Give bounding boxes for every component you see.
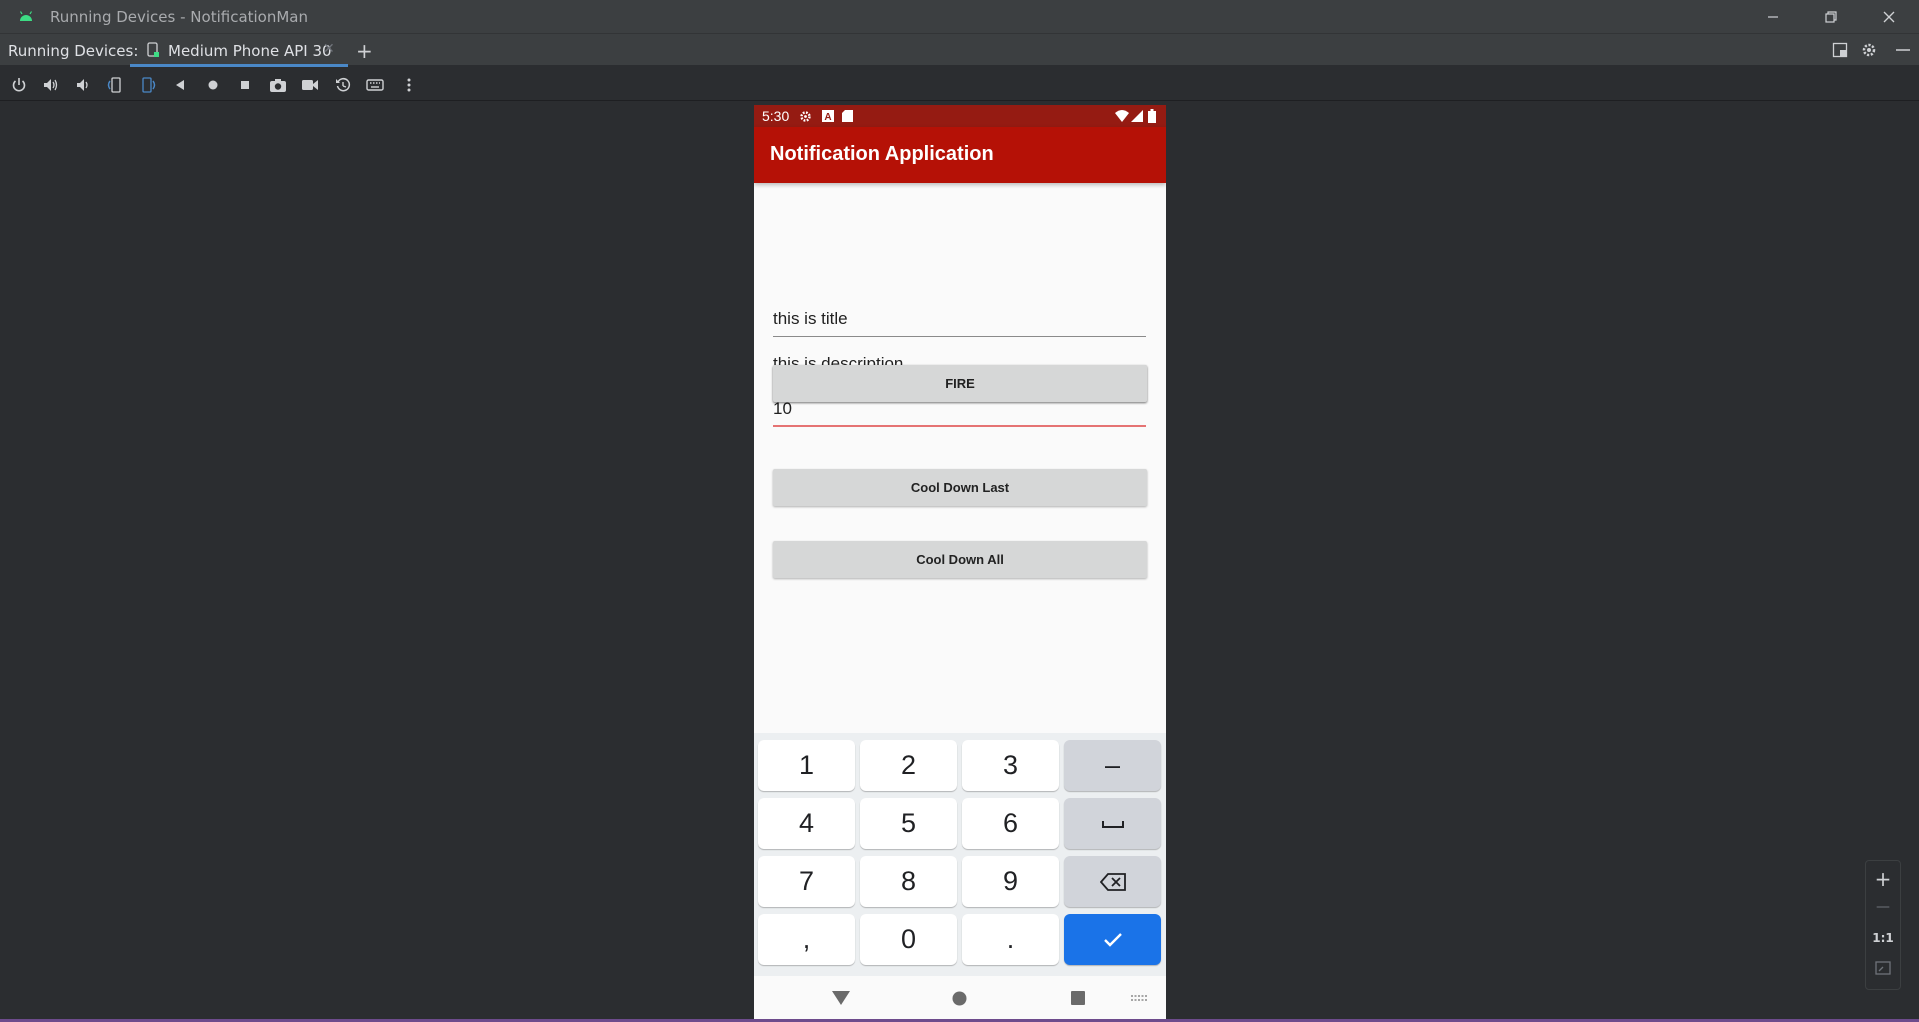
android-nav-bar xyxy=(754,976,1166,1021)
power-icon[interactable] xyxy=(10,76,28,94)
more-options-icon[interactable] xyxy=(400,76,418,94)
zoom-in-button[interactable]: + xyxy=(1866,867,1900,891)
nav-recents-icon[interactable] xyxy=(1071,991,1085,1005)
tab-medium-phone[interactable]: Medium Phone API 30 ✕ xyxy=(130,34,348,67)
title-input[interactable]: this is title xyxy=(773,301,1146,337)
key-minus[interactable]: – xyxy=(1064,740,1161,791)
key-7[interactable]: 7 xyxy=(758,856,855,907)
key-5[interactable]: 5 xyxy=(860,798,957,849)
wifi-icon xyxy=(1115,110,1129,122)
checkmark-icon xyxy=(1103,932,1122,947)
snapshot-icon[interactable] xyxy=(334,76,352,94)
overview-icon[interactable] xyxy=(236,76,254,94)
keyboard-icon[interactable] xyxy=(366,76,384,94)
sd-card-icon xyxy=(842,110,853,122)
key-3[interactable]: 3 xyxy=(962,740,1059,791)
phone-device-icon xyxy=(147,42,159,57)
window-title: Running Devices - NotificationMan xyxy=(50,8,309,26)
key-8[interactable]: 8 xyxy=(860,856,957,907)
key-2[interactable]: 2 xyxy=(860,740,957,791)
key-6[interactable]: 6 xyxy=(962,798,1059,849)
close-window-button[interactable] xyxy=(1861,0,1917,33)
numeric-keyboard: 1 2 3 – 4 5 6 7 8 9 , 0 . xyxy=(754,733,1166,976)
a-notification-icon: A xyxy=(822,110,834,122)
restore-button[interactable] xyxy=(1803,0,1859,33)
zoom-fit-button[interactable] xyxy=(1866,961,1900,979)
app-action-bar: Notification Application xyxy=(754,127,1166,183)
key-comma[interactable]: , xyxy=(758,914,855,965)
zoom-actual-size-button[interactable]: 1:1 xyxy=(1866,931,1900,945)
nav-back-icon[interactable] xyxy=(832,991,850,1006)
title-input-underline xyxy=(773,336,1146,337)
battery-icon xyxy=(1148,109,1156,123)
settings-notification-icon xyxy=(800,111,811,122)
device-screen[interactable]: 5:30 A Notification Application this is … xyxy=(754,105,1166,1021)
status-time: 5:30 xyxy=(762,108,790,124)
android-status-bar: 5:30 A xyxy=(754,105,1166,127)
back-icon[interactable] xyxy=(171,76,189,94)
fire-button[interactable]: FIRE xyxy=(773,365,1147,402)
camera-icon[interactable] xyxy=(269,76,287,94)
key-4[interactable]: 4 xyxy=(758,798,855,849)
window-title-bar: Running Devices - NotificationMan xyxy=(0,0,1919,33)
cool-down-all-button[interactable]: Cool Down All xyxy=(773,541,1147,578)
backspace-icon xyxy=(1099,872,1126,891)
delay-input-underline xyxy=(773,425,1146,427)
add-device-icon[interactable]: + xyxy=(356,39,373,63)
app-title: Notification Application xyxy=(770,143,994,165)
rotate-right-icon[interactable] xyxy=(139,76,157,94)
volume-down-icon[interactable] xyxy=(74,76,92,94)
svg-text:A: A xyxy=(824,112,831,122)
home-icon[interactable] xyxy=(204,76,222,94)
minimize-button[interactable] xyxy=(1745,0,1801,33)
fit-screen-icon xyxy=(1875,961,1891,975)
key-1[interactable]: 1 xyxy=(758,740,855,791)
device-toolbar xyxy=(0,67,1919,101)
key-9[interactable]: 9 xyxy=(962,856,1059,907)
layout-icon[interactable] xyxy=(1832,42,1848,58)
key-0[interactable]: 0 xyxy=(860,914,957,965)
android-icon xyxy=(19,11,33,21)
space-icon xyxy=(1101,820,1124,828)
running-devices-label: Running Devices: xyxy=(8,42,139,60)
zoom-out-button[interactable]: — xyxy=(1866,899,1900,915)
running-devices-tab-bar: Running Devices: Medium Phone API 30 ✕ + xyxy=(0,33,1919,67)
key-space[interactable] xyxy=(1064,798,1161,849)
tab-label: Medium Phone API 30 xyxy=(168,42,332,60)
volume-up-icon[interactable] xyxy=(42,76,60,94)
hide-panel-icon[interactable] xyxy=(1895,42,1911,58)
nav-keyboard-icon[interactable] xyxy=(1130,994,1148,1004)
cool-down-last-button[interactable]: Cool Down Last xyxy=(773,469,1147,506)
gear-icon[interactable] xyxy=(1861,42,1877,58)
zoom-controls: + — 1:1 xyxy=(1865,860,1901,990)
tab-close-icon[interactable]: ✕ xyxy=(323,41,335,57)
signal-icon xyxy=(1131,110,1143,122)
restore-icon xyxy=(1825,10,1837,23)
video-icon[interactable] xyxy=(301,76,319,94)
key-backspace[interactable] xyxy=(1064,856,1161,907)
delay-input-value: 10 xyxy=(773,399,792,418)
title-input-value: this is title xyxy=(773,309,848,328)
rotate-left-icon[interactable] xyxy=(106,76,124,94)
minimize-icon xyxy=(1768,15,1778,18)
nav-home-icon[interactable] xyxy=(952,991,967,1006)
key-enter[interactable] xyxy=(1064,914,1161,965)
close-icon xyxy=(1883,11,1895,22)
key-period[interactable]: . xyxy=(962,914,1059,965)
